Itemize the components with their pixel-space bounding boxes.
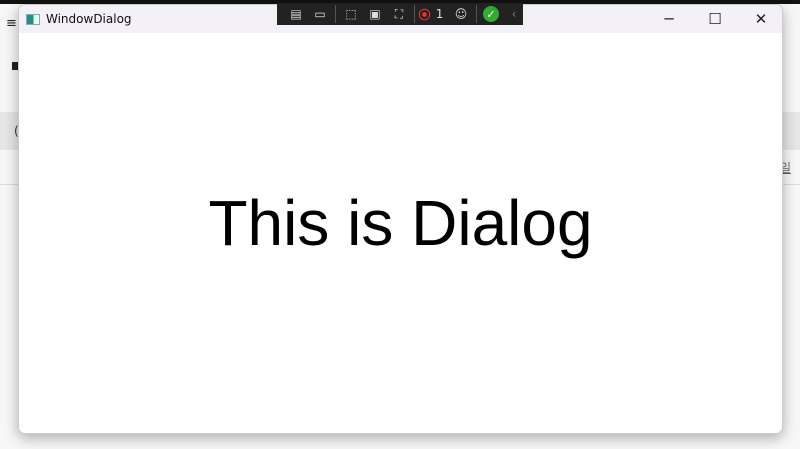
video-icon[interactable]: ▭ [311, 5, 329, 23]
xaml-debug-toolbar: ▤ ▭ ⬚ ▣ ⛶ ⦿ 1 ☺ ✓ ‹ [277, 3, 523, 25]
maximize-button[interactable]: ☐ [692, 5, 738, 33]
dialog-window: WindowDialog ─ ☐ ✕ This is Dialog [18, 4, 783, 434]
collapse-icon[interactable]: ‹ [505, 5, 523, 23]
dialog-content: This is Dialog [19, 33, 782, 433]
separator [476, 5, 477, 23]
binding-failures-icon[interactable]: ⦿ 1 [419, 5, 446, 23]
window-app-icon [26, 13, 40, 25]
display-layout-adorners-icon[interactable]: ▣ [366, 5, 384, 23]
hamburger-icon[interactable]: ≡ [6, 16, 17, 31]
separator [335, 5, 336, 23]
select-element-icon[interactable]: ⬚ [342, 5, 360, 23]
error-count: 1 [435, 7, 444, 21]
hot-reload-ok-icon[interactable]: ✓ [483, 6, 499, 22]
track-focus-icon[interactable]: ⛶ [390, 5, 408, 23]
live-visual-tree-icon[interactable]: ▤ [287, 5, 305, 23]
minimize-button[interactable]: ─ [646, 5, 692, 33]
window-title: WindowDialog [46, 12, 132, 26]
separator [414, 5, 415, 23]
close-button[interactable]: ✕ [738, 5, 782, 33]
accessibility-icon[interactable]: ☺ [452, 5, 470, 23]
dialog-message: This is Dialog [208, 187, 593, 259]
